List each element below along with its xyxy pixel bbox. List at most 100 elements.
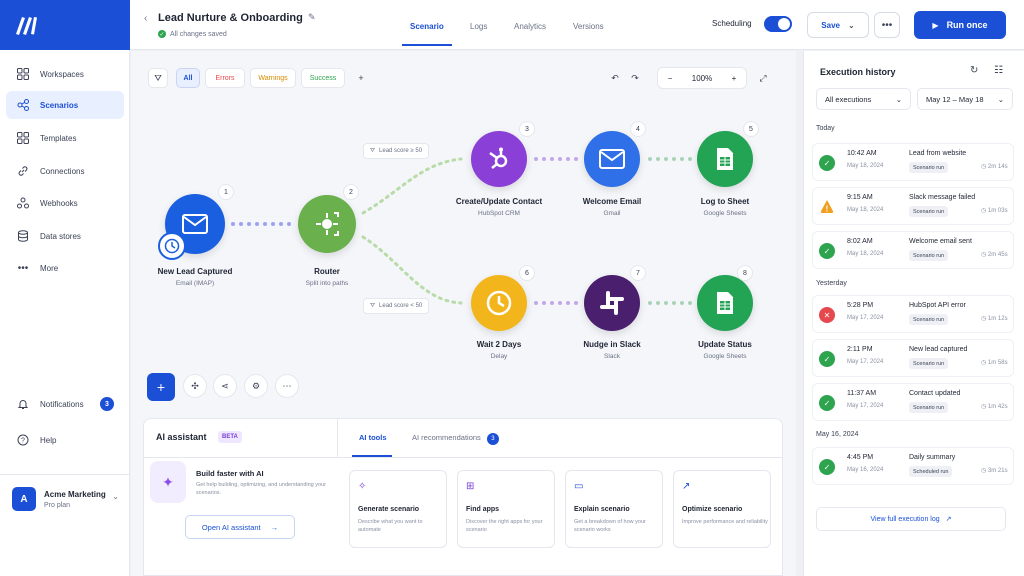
- execution-type-tag: Scenario run: [909, 314, 949, 325]
- condition-label-bottom[interactable]: ⛛ Lead score < 50: [363, 298, 430, 314]
- ai-card-optimize-scenario[interactable]: ↗ Optimize scenario Improve performance …: [673, 470, 771, 548]
- sidebar-item-templates[interactable]: Templates: [6, 124, 124, 152]
- org-avatar: A: [12, 487, 36, 511]
- node-create-update-contact[interactable]: [471, 131, 527, 187]
- success-check-icon: ✓: [819, 395, 835, 411]
- card-description: Describe what you want to automate: [358, 519, 423, 533]
- execution-duration: ◷ 2m 14s: [981, 163, 1008, 170]
- chevron-down-icon: ⌄: [997, 94, 1004, 104]
- run-once-button[interactable]: ▶ Run once: [914, 11, 1006, 39]
- execution-row[interactable]: ✓ 10:42 AM May 18, 2024 Lead from websit…: [812, 143, 1014, 181]
- tab-ai-tools[interactable]: AI tools: [359, 433, 387, 442]
- chevron-down-icon: ⌄: [847, 20, 855, 30]
- tab-ai-recommendations[interactable]: AI recommendations 3: [412, 433, 499, 445]
- execution-time: 8:02 AM: [847, 238, 873, 245]
- node-log-to-sheet[interactable]: [697, 131, 753, 187]
- view-full-log-link[interactable]: View full execution log ↗: [816, 507, 1006, 531]
- node-wait-2-days[interactable]: [471, 275, 527, 331]
- condition-label-top[interactable]: ⛛ Lead score ≥ 50: [363, 143, 430, 159]
- node-router[interactable]: [298, 195, 356, 253]
- day-header: Yesterday: [816, 280, 847, 287]
- node-update-status[interactable]: [697, 275, 753, 331]
- dots-icon[interactable]: ⋯: [275, 374, 299, 398]
- link-icon: [16, 164, 30, 178]
- node-number: 3: [519, 121, 535, 137]
- execution-date: May 18, 2024: [847, 251, 884, 257]
- org-plan: Pro plan: [44, 502, 71, 509]
- sidebar-item-label: More: [40, 263, 59, 273]
- duration-value: 1m 42s: [987, 404, 1008, 410]
- grid-icon: [16, 67, 30, 81]
- execution-date: May 18, 2024: [847, 163, 884, 169]
- card-title: Find apps: [466, 506, 500, 513]
- execution-date: May 17, 2024: [847, 403, 884, 409]
- execution-row[interactable]: ! 9:15 AM May 18, 2024 Slack message fai…: [812, 187, 1014, 225]
- save-button[interactable]: Save ⌄: [807, 12, 869, 38]
- chevron-down-icon: ⌄: [895, 94, 902, 104]
- tab-analytics[interactable]: Analytics: [514, 22, 546, 31]
- execution-row[interactable]: ✓ 8:02 AM May 18, 2024 Welcome email sen…: [812, 231, 1014, 269]
- check-icon: ✓: [158, 30, 166, 38]
- settings-icon[interactable]: ⚙: [244, 374, 268, 398]
- ai-card-explain-scenario[interactable]: ▭ Explain scenario Get a breakdown of ho…: [565, 470, 663, 548]
- sidebar-item-data-stores[interactable]: Data stores: [6, 222, 124, 250]
- date-range-dropdown[interactable]: May 12 – May 18 ⌄: [917, 88, 1013, 110]
- clock-icon: ◷: [981, 404, 988, 410]
- refresh-icon[interactable]: ↻: [970, 65, 978, 76]
- scenario-title[interactable]: Lead Nurture & Onboarding: [158, 12, 303, 24]
- duration-value: 3m 21s: [987, 468, 1008, 474]
- org-switcher[interactable]: A Acme Marketing Pro plan ⌄: [0, 474, 129, 526]
- ai-panel-title: AI assistant: [156, 432, 207, 442]
- execution-type-tag: Scenario run: [909, 358, 949, 369]
- share-icon[interactable]: ⋖: [213, 374, 237, 398]
- condition-text: Lead score ≥ 50: [379, 148, 423, 154]
- sliders-icon[interactable]: ☷: [994, 65, 1003, 76]
- sidebar-item-label: Connections: [40, 166, 85, 176]
- execution-row[interactable]: ✓ 11:37 AM May 17, 2024 Contact updated …: [812, 383, 1014, 421]
- execution-row[interactable]: ✕ 5:28 PM May 17, 2024 HubSpot API error…: [812, 295, 1014, 333]
- sidebar-item-workspaces[interactable]: Workspaces: [6, 60, 124, 88]
- execution-row[interactable]: ✓ 2:11 PM May 17, 2024 New lead captured…: [812, 339, 1014, 377]
- tab-versions[interactable]: Versions: [573, 22, 604, 31]
- pencil-icon[interactable]: ✎: [308, 12, 316, 23]
- node-nudge-in-slack[interactable]: [584, 275, 640, 331]
- ai-card-generate-scenario[interactable]: ✧ Generate scenario Describe what you wa…: [349, 470, 447, 548]
- node-number: 1: [218, 184, 234, 200]
- scheduling-toggle[interactable]: [764, 16, 792, 32]
- back-arrow-icon[interactable]: ‹: [144, 13, 147, 24]
- open-ai-assistant-button[interactable]: Open AI assistant →: [185, 515, 295, 539]
- make-logo-icon[interactable]: [14, 14, 40, 36]
- execution-duration: ◷ 1m 42s: [981, 403, 1008, 410]
- sidebar-item-more[interactable]: ••• More: [6, 254, 124, 282]
- more-options-button[interactable]: •••: [874, 12, 900, 38]
- auto-align-icon[interactable]: ✣: [183, 374, 207, 398]
- execution-date: May 17, 2024: [847, 359, 884, 365]
- node-name: Update Status: [698, 340, 752, 349]
- node-app: Split into paths: [305, 280, 349, 287]
- clock-icon: [486, 290, 512, 316]
- sidebar-item-scenarios[interactable]: Scenarios: [6, 91, 124, 119]
- card-description: Discover the right apps for your scenari…: [466, 519, 543, 533]
- node-app: HubSpot CRM: [478, 210, 520, 217]
- sidebar-item-label: Help: [40, 435, 57, 445]
- sparkle-icon: ✧: [358, 481, 367, 492]
- execution-filter-dropdown[interactable]: All executions ⌄: [816, 88, 911, 110]
- sidebar-item-notifications[interactable]: Notifications 3: [6, 390, 124, 418]
- node-number: 7: [630, 265, 646, 281]
- duration-value: 1m 03s: [987, 208, 1008, 214]
- execution-type-tag: Scheduled run: [909, 466, 953, 477]
- sidebar-item-connections[interactable]: Connections: [6, 157, 124, 185]
- add-module-button[interactable]: +: [147, 373, 175, 401]
- sidebar-item-webhooks[interactable]: Webhooks: [6, 189, 124, 217]
- ai-card-find-apps[interactable]: ⊞ Find apps Discover the right apps for …: [457, 470, 555, 548]
- sidebar-item-help[interactable]: ? Help: [6, 426, 124, 454]
- panel-title: Execution history: [820, 67, 896, 77]
- execution-duration: ◷ 1m 12s: [981, 315, 1008, 322]
- execution-event: Contact updated: [909, 390, 961, 397]
- node-welcome-email[interactable]: [584, 131, 640, 187]
- node-number: 2: [343, 184, 359, 200]
- execution-row[interactable]: ✓ 4:45 PM May 16, 2024 Daily summary Sch…: [812, 447, 1014, 485]
- tab-scenario[interactable]: Scenario: [410, 22, 444, 31]
- tab-logs[interactable]: Logs: [470, 22, 487, 31]
- beta-badge: BETA: [218, 431, 242, 443]
